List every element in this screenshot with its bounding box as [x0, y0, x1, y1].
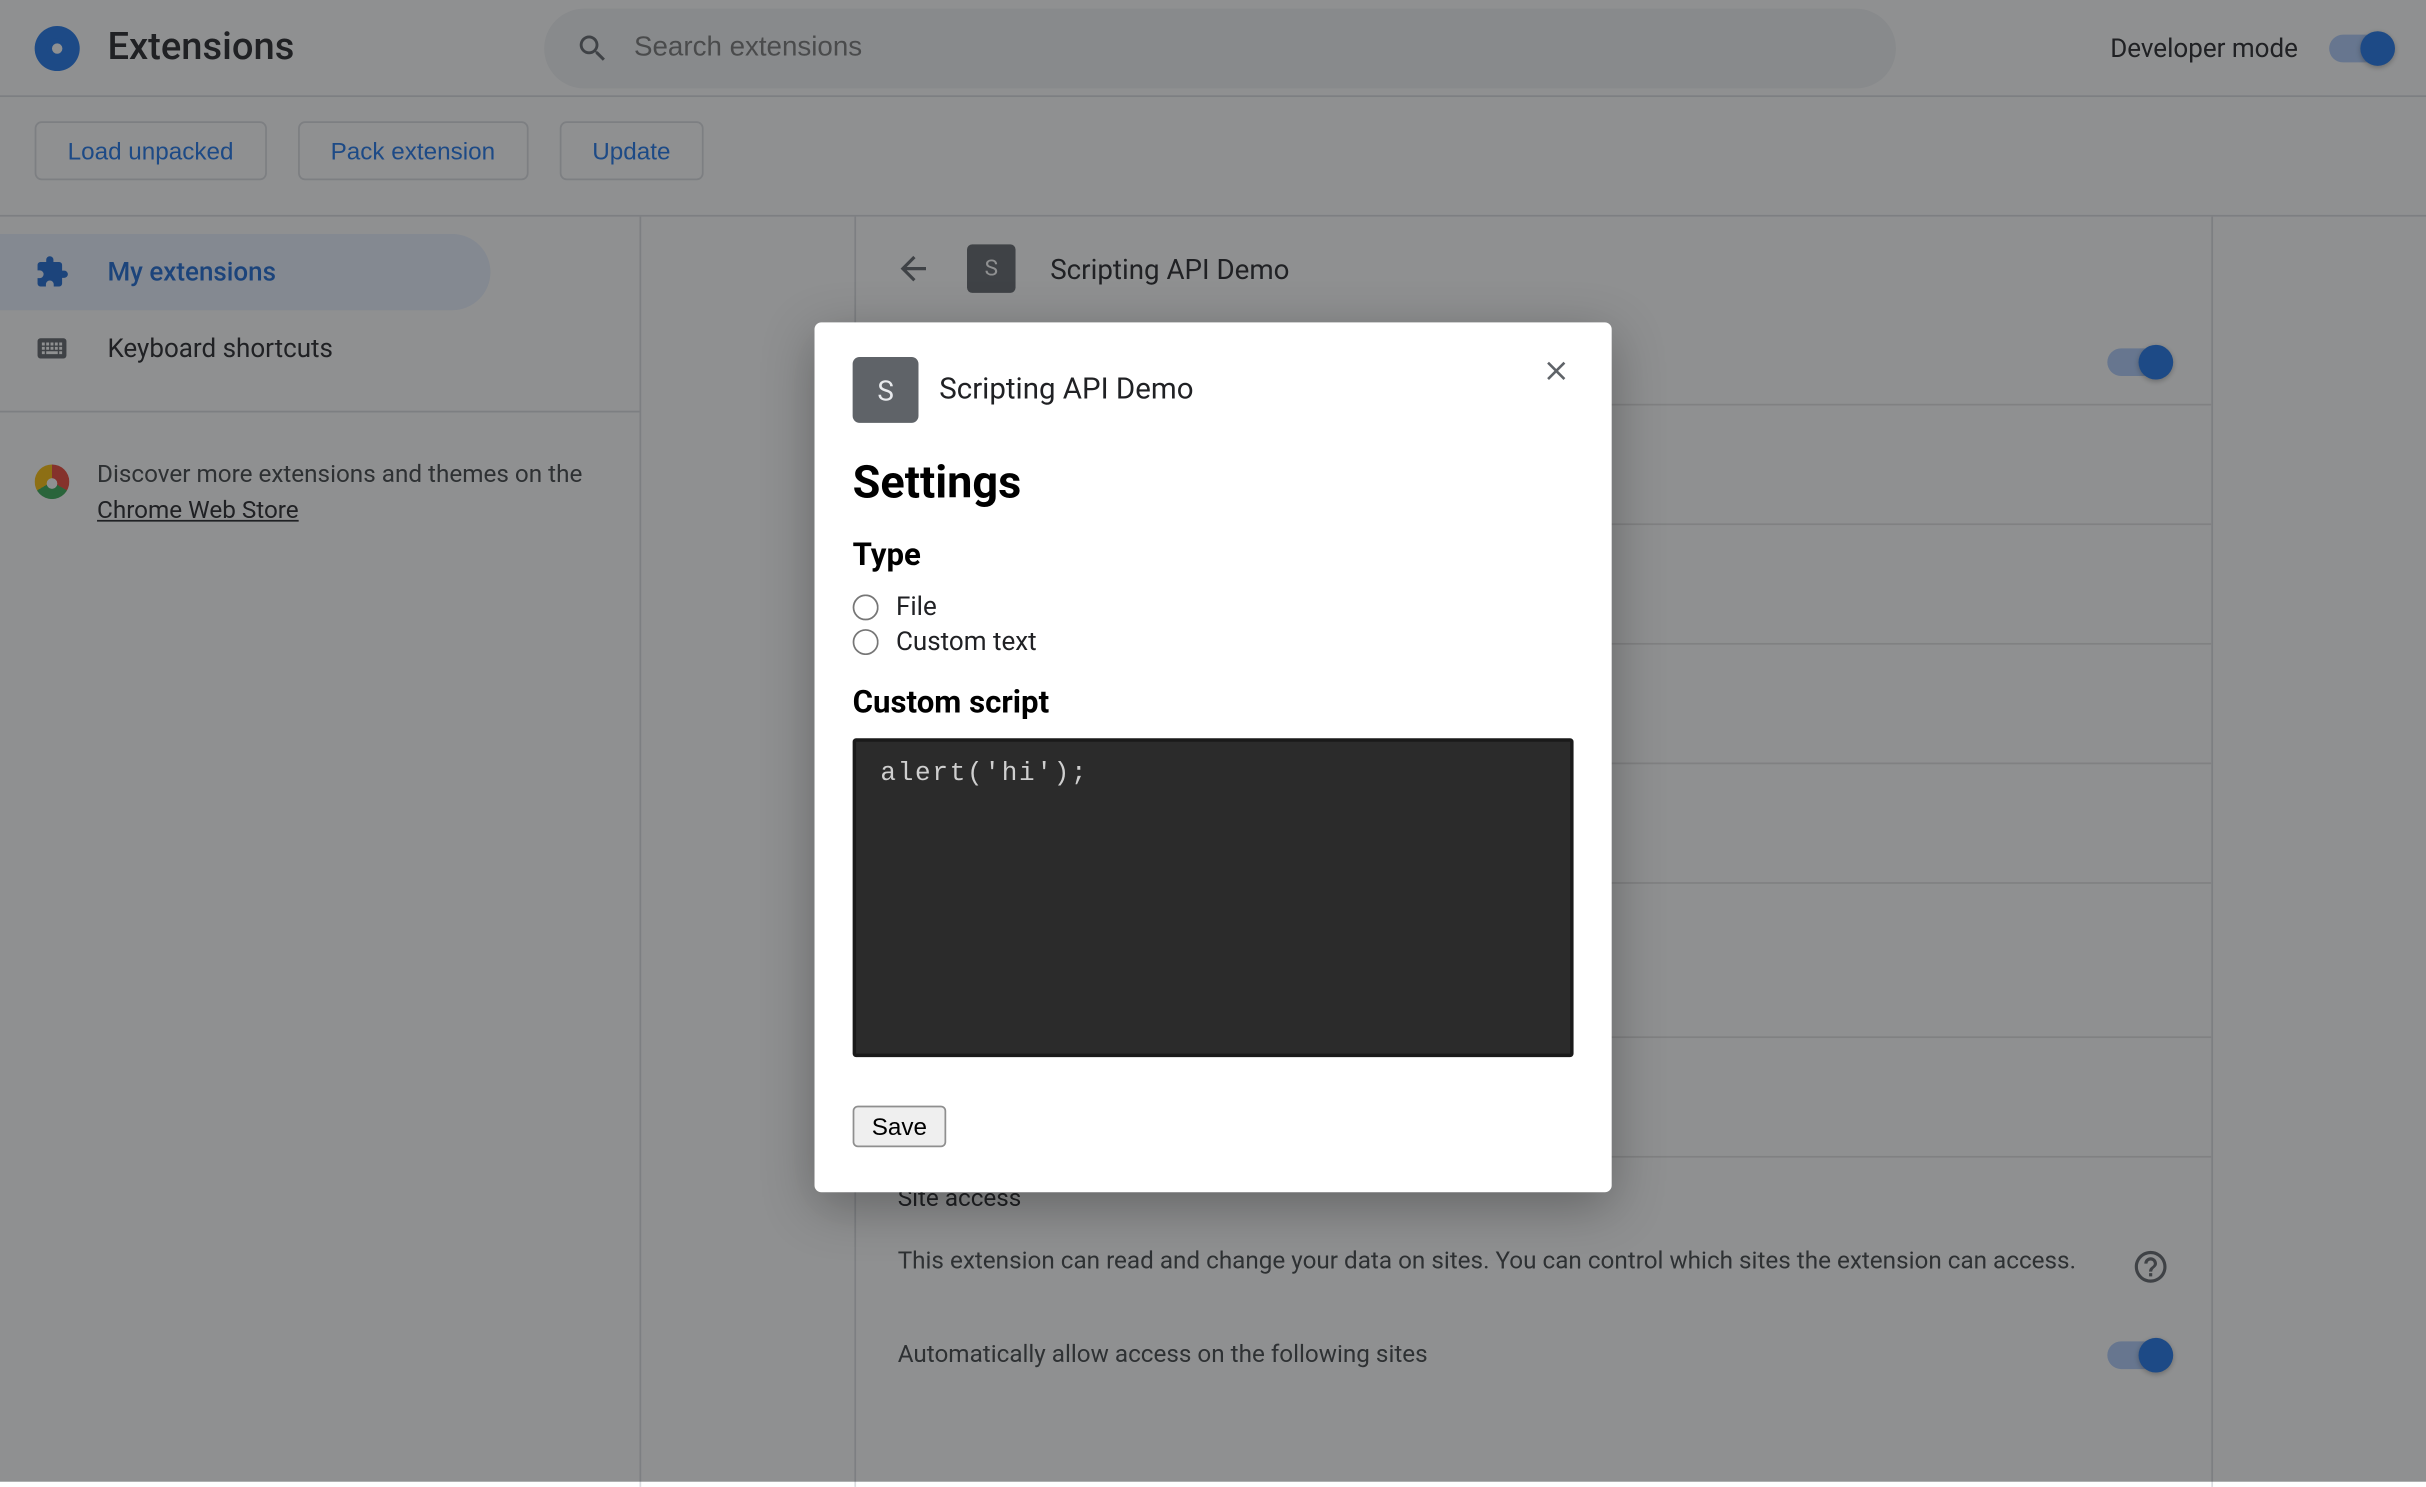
radio-option-file[interactable]: File	[853, 591, 1574, 622]
settings-heading: Settings	[853, 458, 1574, 510]
modal-close-button[interactable]	[1532, 347, 1581, 396]
radio-option-custom-text[interactable]: Custom text	[853, 626, 1574, 657]
settings-modal: S Scripting API Demo Settings Type File …	[815, 322, 1612, 1192]
modal-extension-badge: S	[853, 357, 919, 423]
type-heading: Type	[853, 537, 1574, 573]
close-icon	[1541, 355, 1572, 386]
modal-extension-name: Scripting API Demo	[939, 373, 1193, 408]
save-button[interactable]: Save	[853, 1106, 946, 1148]
custom-script-textarea[interactable]	[853, 738, 1574, 1057]
custom-script-heading: Custom script	[853, 685, 1574, 721]
radio-custom-input[interactable]	[853, 628, 879, 654]
radio-file-input[interactable]	[853, 594, 879, 620]
radio-custom-label: Custom text	[896, 626, 1037, 657]
radio-file-label: File	[896, 591, 937, 622]
